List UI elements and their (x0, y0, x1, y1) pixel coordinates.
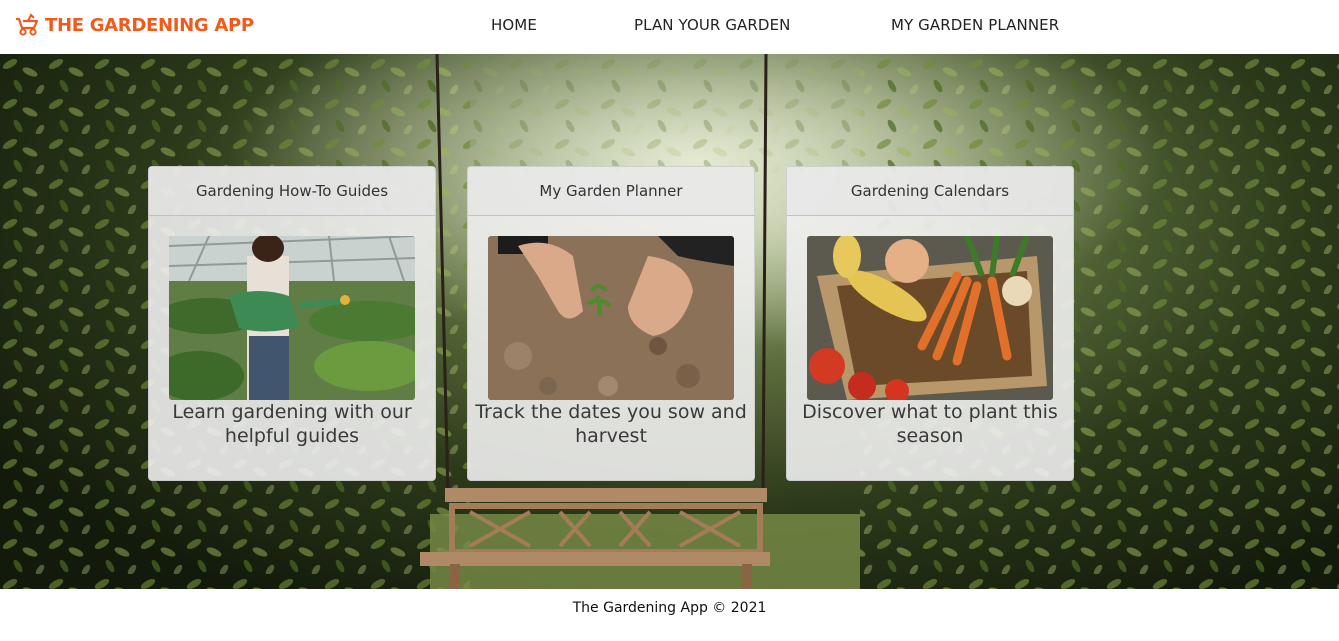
card-description: Learn gardening with our helpful guides (172, 401, 412, 447)
page-footer: The Gardening App © 2021 (0, 589, 1339, 641)
card-title: Gardening Calendars (787, 167, 1073, 216)
card-title: My Garden Planner (468, 167, 754, 216)
nav-plan-your-garden-link[interactable]: PLAN YOUR GARDEN (634, 16, 790, 34)
card-gardening-calendars[interactable]: Gardening Calendars Discover what to pla… (786, 166, 1074, 481)
top-navbar: THE GARDENING APP HOME PLAN YOUR GARDEN … (0, 0, 1339, 54)
gardening-wheelbarrow-icon (16, 13, 39, 36)
brand-name: THE GARDENING APP (45, 14, 254, 36)
card-how-to-guides[interactable]: Gardening How-To Guides Learn gardening … (148, 166, 436, 481)
hands-planting-seedling-photo (488, 236, 734, 400)
brand-logo-link[interactable]: THE GARDENING APP (14, 13, 254, 37)
nav-my-garden-planner-link[interactable]: MY GARDEN PLANNER (891, 16, 1059, 34)
card-title: Gardening How-To Guides (149, 167, 435, 216)
hero-garden-background: Gardening How-To Guides Learn gardening … (0, 54, 1339, 589)
woman-watering-greenhouse-photo (169, 236, 415, 400)
card-my-garden-planner[interactable]: My Garden Planner Track the dates you so… (467, 166, 755, 481)
card-description: Track the dates you sow and harvest (475, 401, 747, 447)
footer-copyright: The Gardening App © 2021 (572, 600, 767, 616)
vegetable-basket-photo (807, 236, 1053, 400)
card-description: Discover what to plant this season (802, 401, 1058, 447)
nav-home-link[interactable]: HOME (491, 16, 537, 34)
